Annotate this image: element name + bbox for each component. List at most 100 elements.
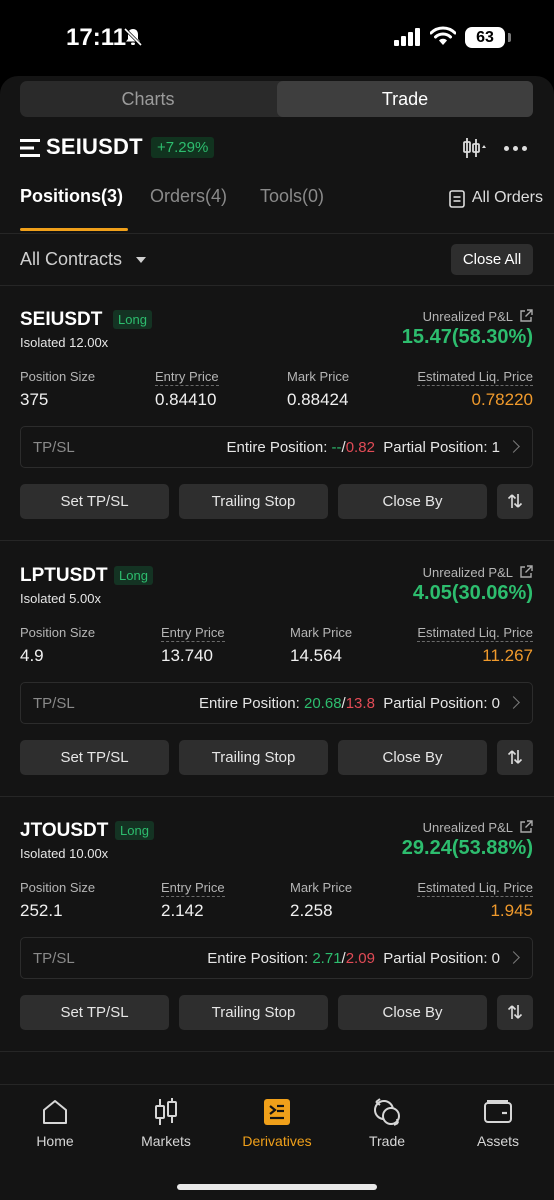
battery-tip <box>508 33 511 42</box>
share-icon[interactable] <box>519 820 533 834</box>
liq-price-label[interactable]: Estimated Liq. Price <box>417 880 533 897</box>
document-icon[interactable] <box>449 190 465 208</box>
battery-indicator: 63 <box>465 27 505 48</box>
pair-symbol[interactable]: SEIUSDT <box>46 134 143 160</box>
nav-home[interactable]: Home <box>0 1095 110 1149</box>
pnl-label: Unrealized P&L <box>422 565 513 580</box>
mark-price-label: Mark Price <box>290 625 353 640</box>
side-badge: Long <box>115 821 154 840</box>
position-size-value: 4.9 <box>20 646 44 665</box>
mark-price-value: 0.88424 <box>287 390 349 409</box>
nav-home-label: Home <box>36 1133 74 1149</box>
card-divider <box>0 1051 554 1052</box>
pair-change-badge: +7.29% <box>151 137 215 158</box>
mark-price-label: Mark Price <box>290 880 353 895</box>
tpsl-row[interactable]: TP/SL Entire Position: 20.68/13.8 Partia… <box>20 682 533 724</box>
entry-price-value: 13.740 <box>161 646 213 665</box>
trailing-stop-button[interactable]: Trailing Stop <box>179 740 328 775</box>
card-divider <box>0 540 554 541</box>
nav-assets-label: Assets <box>476 1133 519 1149</box>
position-symbol[interactable]: LPTUSDT <box>20 565 108 587</box>
mark-price-value: 14.564 <box>290 646 342 665</box>
swap-arrows-icon <box>507 494 523 508</box>
entry-price-value: 0.84410 <box>155 390 217 409</box>
close-all-button[interactable]: Close All <box>451 244 533 275</box>
side-badge: Long <box>114 566 153 585</box>
pnl-label: Unrealized P&L <box>422 309 513 324</box>
position-symbol[interactable]: SEIUSDT <box>20 309 102 331</box>
wifi-icon <box>430 26 456 45</box>
candlestick-icon[interactable] <box>462 136 488 160</box>
candlestick-icon <box>155 1098 177 1125</box>
trailing-stop-button[interactable]: Trailing Stop <box>179 484 328 519</box>
take-profit-value: 2.71 <box>312 950 342 967</box>
position-size-label: Position Size <box>20 880 96 895</box>
more-options-icon[interactable] <box>504 138 534 158</box>
nav-derivatives[interactable]: Derivatives <box>222 1095 332 1149</box>
close-by-button[interactable]: Close By <box>338 995 487 1030</box>
partial-position-count: 0 <box>491 695 500 712</box>
set-tpsl-button[interactable]: Set TP/SL <box>20 995 169 1030</box>
tpsl-info: Entire Position: 20.68/13.8 Partial Posi… <box>198 695 500 712</box>
filter-row: All Contracts Close All <box>20 244 533 276</box>
nav-trade[interactable]: Trade <box>332 1095 442 1149</box>
tab-orders[interactable]: Orders(4) <box>150 186 227 207</box>
take-profit-value: 20.68 <box>304 695 342 712</box>
margin-mode: Isolated 5.00x <box>20 591 101 606</box>
tab-charts[interactable]: Charts <box>20 81 276 117</box>
position-size-value: 252.1 <box>20 901 63 920</box>
nav-derivatives-label: Derivatives <box>242 1133 312 1149</box>
entry-price-value: 2.142 <box>161 901 204 920</box>
home-icon <box>43 1100 67 1124</box>
nav-assets[interactable]: Assets <box>443 1095 553 1149</box>
all-orders-link[interactable]: All Orders <box>472 189 543 207</box>
entry-price-label[interactable]: Entry Price <box>155 369 219 386</box>
filter-divider <box>0 285 554 286</box>
tpsl-label: TP/SL <box>33 695 75 712</box>
position-size-label: Position Size <box>20 369 96 384</box>
view-segment-control: Charts Trade <box>20 81 533 117</box>
chevron-right-icon <box>507 440 520 453</box>
tab-positions[interactable]: Positions(3) <box>20 186 123 207</box>
chevron-right-icon <box>507 696 520 709</box>
home-indicator[interactable] <box>177 1184 377 1190</box>
reverse-position-button[interactable] <box>497 995 533 1030</box>
share-icon[interactable] <box>519 565 533 579</box>
liq-price-value: 0.78220 <box>471 390 533 409</box>
position-card: LPTUSDT Long Isolated 5.00x Unrealized P… <box>20 565 533 805</box>
status-bar: 17:11 63 <box>0 0 554 76</box>
chevron-down-icon[interactable] <box>136 257 146 263</box>
nav-markets[interactable]: Markets <box>111 1095 221 1149</box>
bottom-navigation: Home Markets Derivatives Trade Assets <box>0 1084 554 1200</box>
partial-position-count: 1 <box>491 439 500 456</box>
set-tpsl-button[interactable]: Set TP/SL <box>20 740 169 775</box>
reverse-position-button[interactable] <box>497 740 533 775</box>
position-card: SEIUSDT Long Isolated 12.00x Unrealized … <box>20 309 533 549</box>
swap-arrows-icon <box>507 750 523 764</box>
trailing-stop-button[interactable]: Trailing Stop <box>179 995 328 1030</box>
position-symbol[interactable]: JTOUSDT <box>20 820 108 842</box>
close-by-button[interactable]: Close By <box>338 740 487 775</box>
pnl-value: 29.24(53.88%) <box>401 837 533 859</box>
tpsl-info: Entire Position: --/0.82 Partial Positio… <box>226 439 500 456</box>
tab-tools[interactable]: Tools(0) <box>260 186 324 207</box>
tpsl-row[interactable]: TP/SL Entire Position: 2.71/2.09 Partial… <box>20 937 533 979</box>
share-icon[interactable] <box>519 309 533 323</box>
entry-price-label[interactable]: Entry Price <box>161 625 225 642</box>
pair-menu-icon[interactable] <box>20 139 40 157</box>
mark-price-label: Mark Price <box>287 369 350 384</box>
contracts-filter[interactable]: All Contracts <box>20 249 122 270</box>
position-size-label: Position Size <box>20 625 96 640</box>
entry-price-label[interactable]: Entry Price <box>161 880 225 897</box>
stop-loss-value: 13.8 <box>345 695 375 712</box>
mark-price-value: 2.258 <box>290 901 333 920</box>
trade-sheet: Charts Trade SEIUSDT +7.29% Positions(3)… <box>0 76 554 1084</box>
tpsl-row[interactable]: TP/SL Entire Position: --/0.82 Partial P… <box>20 426 533 468</box>
liq-price-label[interactable]: Estimated Liq. Price <box>417 625 533 642</box>
liq-price-label[interactable]: Estimated Liq. Price <box>417 369 533 386</box>
tab-trade[interactable]: Trade <box>277 81 533 117</box>
set-tpsl-button[interactable]: Set TP/SL <box>20 484 169 519</box>
reverse-position-button[interactable] <box>497 484 533 519</box>
pnl-value: 4.05(30.06%) <box>412 582 533 604</box>
close-by-button[interactable]: Close By <box>338 484 487 519</box>
